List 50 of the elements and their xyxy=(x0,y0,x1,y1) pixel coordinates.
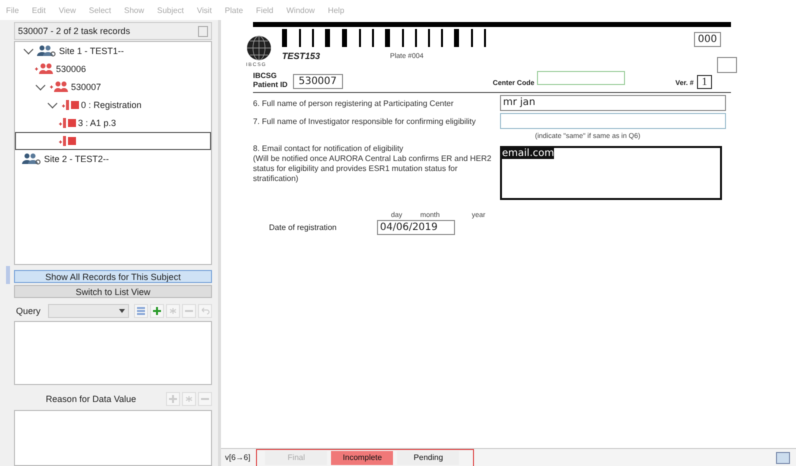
tree-item[interactable]: 0 : Registration xyxy=(15,96,211,114)
people-icon xyxy=(22,153,42,165)
date-label: Date of registration xyxy=(269,223,338,232)
reason-list[interactable] xyxy=(14,410,212,466)
remove-icon[interactable] xyxy=(198,392,212,406)
reason-label: Reason for Data Value xyxy=(44,394,138,404)
query-label: Query xyxy=(15,306,42,316)
status-tab[interactable]: Incomplete xyxy=(331,450,394,464)
add-icon[interactable] xyxy=(166,392,180,406)
investigator-field[interactable] xyxy=(500,113,726,129)
center-code-field[interactable] xyxy=(537,71,626,85)
tree-item[interactable]: 530006 xyxy=(15,60,211,78)
query-dropdown[interactable] xyxy=(48,304,130,318)
patient-id-field[interactable]: 530007 xyxy=(292,74,343,89)
bar-icon xyxy=(58,135,76,147)
person-icon xyxy=(34,63,54,75)
tree-item[interactable]: Site 1 - TEST1-- xyxy=(15,42,211,60)
asterisk-icon[interactable] xyxy=(182,392,196,406)
globe-logo-icon xyxy=(246,35,272,61)
bar-icon xyxy=(58,117,76,129)
question-text: 6. Full name of person registering at Participating Center xyxy=(253,98,455,108)
asterisk-icon[interactable] xyxy=(166,304,180,318)
list-icon[interactable] xyxy=(134,304,148,318)
tree-item[interactable]: Site 2 - TEST2-- xyxy=(15,150,211,168)
panel-button[interactable]: Show All Records for This Subject xyxy=(14,270,212,283)
panel-grip[interactable] xyxy=(6,266,10,284)
records-title: 530007 - 2 of 2 task records xyxy=(18,26,130,36)
tree-item[interactable] xyxy=(15,132,211,150)
status-tab[interactable]: Pending xyxy=(397,450,460,464)
remove-icon[interactable] xyxy=(182,304,196,318)
person-icon xyxy=(49,81,69,93)
version-flow: v[6→6] xyxy=(224,453,252,462)
version-field[interactable]: 1 xyxy=(696,75,712,89)
people-icon xyxy=(37,45,57,57)
caret-icon xyxy=(119,309,126,313)
tree-item[interactable]: 530007 xyxy=(15,78,211,96)
bar-icon xyxy=(61,99,79,111)
question-text: 7. Full name of Investigator responsible for confirming eligibility xyxy=(253,116,477,126)
page-code-field[interactable]: 000 xyxy=(694,32,721,47)
name-field[interactable]: mr jan xyxy=(500,95,726,111)
undo-icon[interactable] xyxy=(198,304,212,318)
tree-item[interactable]: 3 : A1 p.3 xyxy=(15,114,211,132)
study-name: TEST153 xyxy=(282,51,320,61)
query-list[interactable] xyxy=(14,321,212,385)
add-icon[interactable] xyxy=(150,304,164,318)
email-field[interactable]: email.com xyxy=(500,146,722,200)
panel-button[interactable]: Switch to List View xyxy=(14,285,212,298)
question-text: 8. Email contact for notification of eligibility (Will be notified once AURORA Central Lab confirms ER and HER2 status for eligibility and provides ESR1 mutation status for stratification) xyxy=(253,144,492,184)
date-field[interactable]: 04/06/2019 xyxy=(377,220,455,235)
empty-field[interactable] xyxy=(717,57,737,73)
